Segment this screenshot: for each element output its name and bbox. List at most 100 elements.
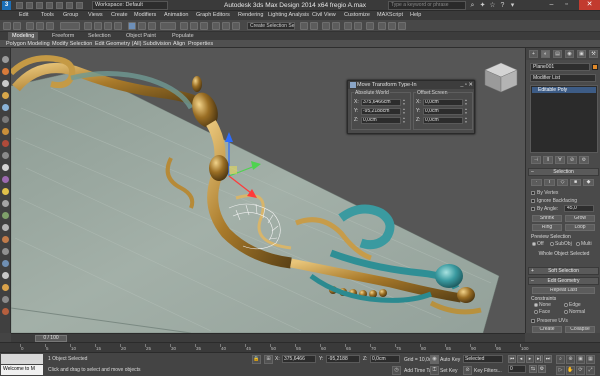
- maximize-viewport-icon[interactable]: ⤢: [586, 366, 595, 375]
- layer-manager-icon[interactable]: [332, 22, 340, 30]
- scene-explorer-icon[interactable]: [322, 22, 330, 30]
- motion-icon[interactable]: [2, 212, 9, 219]
- offset-z-input[interactable]: 0,0cm: [423, 117, 463, 124]
- absolute-y-spinner-icon[interactable]: ▲ ▼: [402, 107, 406, 115]
- preview-off-radio[interactable]: Off: [532, 241, 544, 247]
- edge-mode-icon[interactable]: ⌇: [544, 179, 555, 186]
- search-input[interactable]: Type a keyword or phrase: [388, 1, 466, 10]
- constraint-none-radio[interactable]: None: [534, 302, 551, 308]
- field-of-view-icon[interactable]: ▷: [556, 366, 565, 375]
- hierarchy-icon[interactable]: [2, 200, 9, 207]
- menu-civil-view[interactable]: Civil View: [312, 11, 336, 20]
- align-icon[interactable]: [310, 22, 318, 30]
- new-file-icon[interactable]: [16, 2, 23, 9]
- collapse-button[interactable]: Collapse: [565, 326, 595, 333]
- tab-selection[interactable]: Selection: [84, 32, 115, 40]
- percent-snap-icon[interactable]: [232, 22, 240, 30]
- group-icon[interactable]: [2, 296, 9, 303]
- redo-icon[interactable]: [56, 2, 63, 9]
- close-button[interactable]: ✕: [579, 0, 600, 10]
- undo-toolbar-icon[interactable]: [3, 22, 11, 30]
- system-icon[interactable]: [2, 188, 9, 195]
- window-crossing-icon[interactable]: [114, 22, 122, 30]
- create-selection-set-dropdown[interactable]: Create Selection Se: [247, 22, 295, 30]
- constraint-normal-radio[interactable]: Normal: [564, 309, 585, 315]
- panel-align[interactable]: Align: [173, 40, 185, 48]
- zoom-all-icon[interactable]: ⊕: [566, 355, 575, 364]
- by-vertex-checkbox[interactable]: By Vertex: [531, 190, 558, 196]
- rendered-frame-icon[interactable]: [388, 22, 396, 30]
- offset-x-spinner-icon[interactable]: ▲ ▼: [464, 98, 468, 106]
- helper-icon[interactable]: [2, 152, 9, 159]
- preserve-uvs-checkbox[interactable]: Preserve UVs: [531, 318, 568, 324]
- isolate-icon[interactable]: [2, 272, 9, 279]
- select-object-icon[interactable]: [84, 22, 92, 30]
- select-by-name-icon[interactable]: [94, 22, 102, 30]
- vertex-mode-icon[interactable]: ·: [531, 179, 542, 186]
- perspective-viewport[interactable]: Move Transform Type-In _ ▫ ✕ Absolute:Wo…: [11, 48, 525, 333]
- absolute-y-input[interactable]: -95,2188cm: [361, 108, 401, 115]
- absolute-x-input[interactable]: 375,6466cm: [361, 99, 401, 106]
- panel-properties[interactable]: Properties: [188, 40, 213, 48]
- key-mode-icon[interactable]: ⇆: [529, 365, 537, 373]
- select-manipulate-icon[interactable]: [190, 22, 198, 30]
- time-config-icon[interactable]: ⚙: [538, 365, 546, 373]
- remove-modifier-icon[interactable]: ⊘: [567, 156, 577, 164]
- hierarchy-tab-icon[interactable]: ▤: [553, 50, 562, 58]
- link-icon[interactable]: [26, 22, 34, 30]
- coord-z-input[interactable]: 0,0cm: [370, 355, 400, 363]
- time-tag-icon[interactable]: ◷: [392, 366, 401, 375]
- save-file-icon[interactable]: [36, 2, 43, 9]
- teapot-icon[interactable]: [2, 68, 9, 75]
- menu-customize[interactable]: Customize: [344, 11, 370, 20]
- light-icon[interactable]: [2, 104, 9, 111]
- time-slider-thumb[interactable]: 0 / 100: [35, 335, 67, 342]
- coord-y-input[interactable]: -95,2188: [326, 355, 360, 363]
- loop-button[interactable]: Loop: [565, 224, 595, 231]
- ring-button[interactable]: Ring: [532, 224, 562, 231]
- menu-create[interactable]: Create: [111, 11, 128, 20]
- orbit-icon[interactable]: ⟳: [576, 366, 585, 375]
- help-dropdown-icon[interactable]: ▾: [508, 1, 517, 10]
- menu-tools[interactable]: Tools: [41, 11, 54, 20]
- panel-geometry-all[interactable]: Geometry (All): [106, 40, 141, 48]
- dialog-window-buttons[interactable]: _ ▫ ✕: [460, 81, 473, 89]
- tab-freeform[interactable]: Freeform: [48, 32, 78, 40]
- lock-selection-icon[interactable]: 🔒: [252, 355, 261, 364]
- panel-polygon-modeling[interactable]: Polygon Modeling: [6, 40, 50, 48]
- track-bar[interactable]: 0 5 10 15 20 25 30 35 40 45 50 55 60 65 70 75 80 85 90 95 10…: [0, 342, 600, 352]
- set-key-button[interactable]: Set Key: [440, 368, 458, 374]
- edit-geometry-rollout[interactable]: – Edit Geometry: [528, 277, 599, 285]
- modifier-list-dropdown[interactable]: Modifier List: [530, 74, 596, 82]
- display-tab-icon[interactable]: ▣: [577, 50, 586, 58]
- maxscript-output[interactable]: [1, 354, 43, 364]
- snaps-toggle-icon[interactable]: [212, 22, 220, 30]
- panel-edit[interactable]: Edit: [95, 40, 104, 48]
- bind-space-warp-icon[interactable]: [46, 22, 54, 30]
- key-selection-dropdown[interactable]: Selected: [463, 355, 503, 363]
- restore-button[interactable]: ▫: [560, 0, 573, 10]
- create-button[interactable]: Create: [532, 326, 562, 333]
- offset-y-input[interactable]: 0,0cm: [423, 108, 463, 115]
- container-icon[interactable]: [2, 236, 9, 243]
- help-icon[interactable]: ?: [498, 1, 507, 10]
- absolute-z-input[interactable]: 0,0cm: [361, 117, 401, 124]
- current-frame-input[interactable]: 0: [508, 365, 526, 373]
- create-tab-icon[interactable]: +: [529, 50, 538, 58]
- menu-animation[interactable]: Animation: [164, 11, 188, 20]
- layer-icon[interactable]: [2, 260, 9, 267]
- keyboard-shortcut-icon[interactable]: [200, 22, 208, 30]
- menu-edit[interactable]: Edit: [19, 11, 28, 20]
- geometry-icon[interactable]: [2, 128, 9, 135]
- menu-graph-editors[interactable]: Graph Editors: [196, 11, 230, 20]
- maxscript-listener[interactable]: Welcome to M: [1, 365, 43, 375]
- select-and-rotate-icon[interactable]: [138, 22, 146, 30]
- constraint-edge-radio[interactable]: Edge: [564, 302, 581, 308]
- xref-icon[interactable]: [2, 308, 9, 315]
- element-mode-icon[interactable]: ◆: [583, 179, 594, 186]
- scene-tool-icon[interactable]: [2, 56, 9, 63]
- absolute-x-spinner-icon[interactable]: ▲ ▼: [402, 98, 406, 106]
- go-to-start-icon[interactable]: ⏮: [508, 355, 516, 363]
- workspace-dropdown[interactable]: Workspace: Default: [92, 1, 168, 10]
- tab-object-paint[interactable]: Object Paint: [122, 32, 160, 40]
